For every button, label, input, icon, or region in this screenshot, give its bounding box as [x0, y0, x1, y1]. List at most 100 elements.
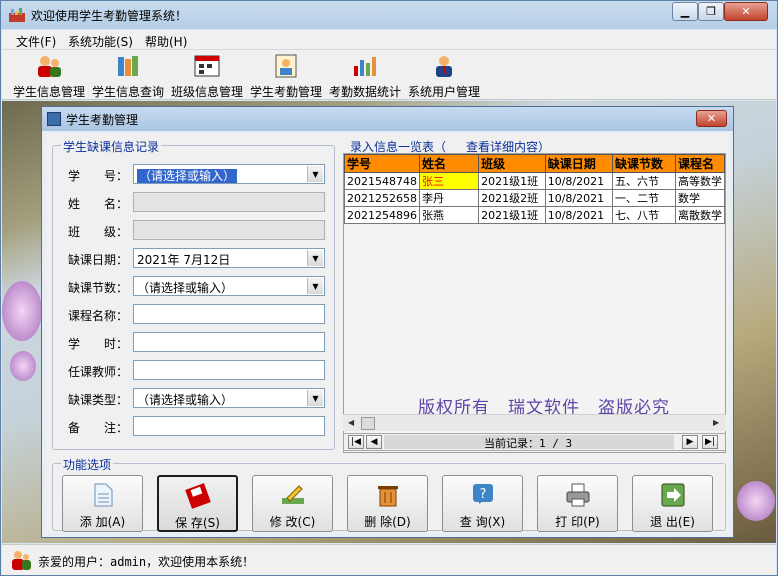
toolbar: 学生信息管理 学生信息查询 班级信息管理 学生考勤管理 考勤数据统计 系统用户管… [2, 50, 776, 100]
exit-button[interactable]: 退 出(E) [632, 475, 713, 532]
absence-date-picker[interactable]: 2021年 7月12日 ▼ [133, 248, 325, 268]
previous-record-icon[interactable]: ◀ [366, 435, 382, 449]
table-cell[interactable]: 2021级1班 [478, 206, 546, 224]
toolbar-student-info-manage[interactable]: 学生信息管理 [11, 52, 87, 99]
print-button[interactable]: 打 印(P) [537, 475, 618, 532]
records-list-legend-suffix: 查看详细内容） [466, 140, 551, 154]
absence-type-combo[interactable]: （请选择或输入） ▼ [133, 388, 325, 408]
horizontal-scrollbar[interactable]: ◀ ▶ [343, 414, 726, 431]
name-field [133, 192, 325, 212]
student-id-combo[interactable]: （请选择或输入） ▼ [133, 164, 325, 184]
scroll-right-icon[interactable]: ▶ [713, 418, 719, 427]
table-row[interactable]: 2021254896 张燕 2021级1班 10/8/2021 七、八节 离散数… [344, 206, 726, 224]
dialog-title-bar[interactable]: 学生考勤管理 ✕ [42, 107, 733, 131]
attendance-icon [275, 54, 297, 78]
class-label: 班 级： [68, 225, 129, 239]
trash-icon [377, 486, 398, 507]
floppy-disk-icon [184, 483, 211, 509]
users-icon [12, 551, 31, 570]
table-cell[interactable]: 数学 [674, 189, 726, 207]
table-cell[interactable]: 10/8/2021 [544, 172, 613, 190]
toolbar-class-info-manage[interactable]: 班级信息管理 [169, 52, 245, 99]
toolbar-system-user-manage[interactable]: 系统用户管理 [406, 52, 482, 99]
toolbar-label: 学生信息查询 [91, 85, 164, 99]
add-button-label: 添 加(A) [79, 515, 126, 529]
menu-help[interactable]: 帮助(H) [145, 33, 187, 50]
column-header[interactable]: 缺课节数 [611, 154, 676, 173]
absence-record-legend: 学生缺课信息记录 [61, 138, 162, 155]
table-cell[interactable]: 2021548748 [344, 172, 420, 190]
title-bar[interactable]: 欢迎使用学生考勤管理系统！ ▁ ❐ ✕ [1, 1, 777, 29]
student-id-value: （请选择或输入） [137, 169, 238, 183]
absence-periods-value: （请选择或输入） [137, 281, 234, 295]
background-flower [2, 281, 42, 341]
query-button-label: 查 询(X) [459, 515, 506, 529]
menu-system[interactable]: 系统功能(S) [68, 33, 133, 50]
toolbar-attendance-manage[interactable]: 学生考勤管理 [248, 52, 324, 99]
table-cell[interactable]: 高等数学 [674, 172, 726, 190]
help-query-icon: ? [472, 484, 493, 504]
scroll-left-icon[interactable]: ◀ [348, 418, 354, 427]
remarks-label: 备 注： [68, 421, 129, 435]
chevron-down-icon[interactable]: ▼ [307, 250, 323, 266]
chevron-down-icon[interactable]: ▼ [307, 166, 323, 182]
table-cell[interactable]: 2021254896 [344, 206, 420, 224]
remarks-input[interactable] [133, 416, 325, 436]
table-cell-selected[interactable]: 张三 [418, 172, 480, 190]
record-navigator: |◀ ◀ 当前记录：1 / 3 ▶ ▶| [343, 433, 726, 451]
credit-hours-label: 学 时： [68, 337, 129, 351]
dialog-body: 学生缺课信息记录 学 号： （请选择或输入） ▼ 姓 名： 班 级： 缺课日期：… [46, 133, 729, 533]
table-cell[interactable]: 张燕 [418, 206, 480, 224]
calendar-icon [194, 55, 220, 77]
next-record-icon[interactable]: ▶ [682, 435, 698, 449]
table-cell[interactable]: 10/8/2021 [544, 206, 613, 224]
maximize-button[interactable]: ❐ [698, 2, 724, 21]
query-button[interactable]: ? 查 询(X) [442, 475, 523, 532]
column-header[interactable]: 学号 [344, 154, 420, 173]
last-record-icon[interactable]: ▶| [702, 435, 718, 449]
svg-text:?: ? [479, 487, 486, 502]
minimize-button[interactable]: ▁ [672, 2, 698, 21]
main-window: 欢迎使用学生考勤管理系统！ ▁ ❐ ✕ 文件(F) 系统功能(S) 帮助(H) … [0, 0, 778, 576]
table-cell[interactable]: 2021级2班 [478, 189, 546, 207]
absence-periods-combo[interactable]: （请选择或输入） ▼ [133, 276, 325, 296]
scroll-thumb[interactable] [361, 417, 375, 430]
table-row[interactable]: 2021548748 张三 2021级1班 10/8/2021 五、六节 高等数… [344, 172, 726, 190]
delete-button-label: 删 除(D) [364, 515, 411, 529]
course-name-input[interactable] [133, 304, 325, 324]
save-button[interactable]: 保 存(S) [157, 475, 238, 532]
table-cell[interactable]: 一、二节 [611, 189, 676, 207]
table-cell[interactable]: 10/8/2021 [544, 189, 613, 207]
table-cell[interactable]: 五、六节 [611, 172, 676, 190]
dialog-title: 学生考勤管理 [66, 113, 139, 127]
teacher-input[interactable] [133, 360, 325, 380]
chevron-down-icon[interactable]: ▼ [307, 278, 323, 294]
table-cell[interactable]: 李丹 [418, 189, 480, 207]
column-header[interactable]: 姓名 [418, 154, 480, 173]
dialog-close-button[interactable]: ✕ [696, 110, 727, 127]
first-record-icon[interactable]: |◀ [348, 435, 364, 449]
chevron-down-icon[interactable]: ▼ [307, 390, 323, 406]
delete-button[interactable]: 删 除(D) [347, 475, 428, 532]
table-cell[interactable]: 2021级1班 [478, 172, 546, 190]
menu-file[interactable]: 文件(F) [16, 33, 56, 50]
user-admin-icon [436, 56, 452, 77]
table-row[interactable]: 2021252658 李丹 2021级2班 10/8/2021 一、二节 数学 [344, 189, 726, 207]
edit-button[interactable]: 修 改(C) [252, 475, 333, 532]
close-button[interactable]: ✕ [724, 2, 768, 21]
status-message: 亲爱的用户：admin，欢迎使用本系统！ [38, 555, 255, 569]
books-icon [118, 56, 138, 76]
table-cell[interactable]: 2021252658 [344, 189, 420, 207]
toolbar-student-info-query[interactable]: 学生信息查询 [90, 52, 166, 99]
column-header[interactable]: 班级 [478, 154, 546, 173]
column-header[interactable]: 缺课日期 [544, 154, 613, 173]
toolbar-label: 班级信息管理 [170, 85, 243, 99]
toolbar-attendance-statistics[interactable]: 考勤数据统计 [327, 52, 403, 99]
edit-button-label: 修 改(C) [269, 515, 316, 529]
add-button[interactable]: 添 加(A) [62, 475, 143, 532]
absence-date-value: 2021年 7月12日 [137, 253, 231, 267]
table-cell[interactable]: 七、八节 [611, 206, 676, 224]
column-header[interactable]: 课程名 [674, 154, 726, 173]
credit-hours-input[interactable] [133, 332, 325, 352]
table-cell[interactable]: 离散数学 [674, 206, 726, 224]
